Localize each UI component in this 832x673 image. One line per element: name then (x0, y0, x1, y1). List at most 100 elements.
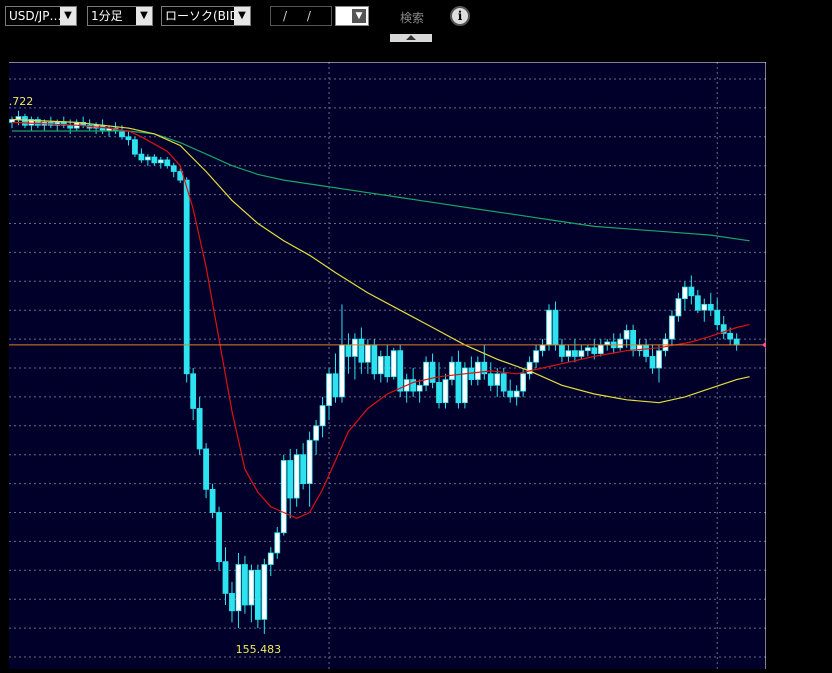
candle-body (701, 304, 708, 311)
candle-body (261, 564, 268, 620)
info-icon[interactable]: i (450, 6, 470, 26)
candle-body (474, 361, 481, 380)
candle-body (429, 361, 436, 383)
candle-body (539, 344, 546, 352)
candle-body (67, 124, 74, 129)
low-price-label: 155.483 (236, 643, 282, 656)
candle-body (442, 379, 449, 404)
candle-body (248, 569, 255, 606)
candle-body (649, 356, 656, 369)
candle-body (416, 384, 423, 392)
candle-body (164, 159, 171, 167)
candle-body (643, 344, 649, 357)
candle-body (339, 344, 345, 398)
symbol-select[interactable]: USD/JP… ▼ (5, 6, 77, 26)
candle-body (287, 460, 294, 499)
candle-body (242, 564, 248, 606)
symbol-select-value: USD/JP… (9, 9, 62, 23)
candle-body (494, 373, 501, 386)
candle-body (617, 338, 624, 349)
candle-body (364, 344, 371, 363)
candle-body (520, 373, 527, 392)
candle-body (669, 315, 675, 340)
left-margin (0, 62, 9, 669)
date-picker-button[interactable]: ▼ (335, 6, 369, 26)
candle-body (559, 344, 565, 357)
candle-body (326, 373, 332, 406)
candle-body (196, 408, 203, 450)
candle-body (584, 347, 591, 352)
candle-body (591, 347, 598, 354)
candle-body (733, 338, 740, 346)
candle-body (436, 382, 442, 404)
candle-body (209, 488, 216, 513)
date-input[interactable]: / / (270, 6, 332, 26)
candle-body (216, 512, 222, 563)
candle-body (371, 344, 378, 375)
chevron-down-icon[interactable]: ▼ (234, 7, 250, 25)
candle-body (144, 156, 151, 161)
candle-body (507, 390, 514, 398)
candle-body (714, 309, 721, 326)
chart-toolbar: USD/JP… ▼ 1分足 ▼ ローソク(BID) ▼ / / ▼ 検索 i (0, 0, 832, 34)
candle-body (222, 561, 229, 594)
candlestick-chart[interactable]: 157.400157.300157.200157.100157.000156.9… (0, 43, 832, 669)
candle-body (727, 332, 734, 340)
candle-body (597, 344, 604, 354)
candle-body (449, 361, 455, 380)
collapse-toolbar-button[interactable] (390, 34, 432, 42)
candle-body (332, 373, 339, 398)
candle-body (377, 356, 384, 375)
candle-body (423, 361, 429, 386)
candle-body (384, 356, 391, 378)
chart-type-select[interactable]: ローソク(BID) ▼ (161, 6, 251, 26)
timeframe-select-value: 1分足 (91, 9, 123, 23)
candle-body (352, 338, 358, 357)
candle-body (533, 350, 539, 363)
candle-body (138, 153, 145, 161)
candle-body (552, 309, 559, 346)
candle-body (578, 350, 585, 357)
candle-body (397, 350, 404, 392)
candle-body (656, 350, 662, 369)
candle-body (500, 373, 507, 392)
candle-body (623, 330, 630, 340)
candle-body (345, 344, 352, 357)
candle-body (22, 116, 28, 126)
candle-body (688, 286, 695, 297)
candle-body (306, 439, 313, 484)
chevron-down-icon[interactable]: ▼ (136, 7, 152, 25)
candle-body (546, 309, 552, 346)
candle-body (132, 139, 138, 155)
candle-body (235, 564, 242, 612)
candle-body (455, 361, 462, 404)
candle-body (300, 454, 307, 485)
candle-body (358, 338, 365, 363)
candle-body (410, 379, 417, 392)
candle-body (157, 159, 164, 164)
candle-body (390, 350, 397, 378)
candle-body (565, 350, 572, 357)
candle-body (267, 552, 274, 565)
candle-body (280, 460, 287, 534)
candle-body (571, 350, 578, 357)
candle-body (125, 136, 132, 141)
candle-body (694, 295, 701, 311)
candle-body (15, 116, 22, 120)
chart-area[interactable]: 157.400157.300157.200157.100157.000156.9… (0, 43, 832, 669)
search-button[interactable]: 検索 (400, 9, 424, 26)
candle-body (190, 373, 197, 409)
candle-body (170, 165, 177, 172)
candle-body (119, 130, 125, 138)
time-axis-background (0, 43, 832, 62)
candle-body (313, 425, 319, 441)
price-axis-background (766, 62, 832, 669)
chevron-down-icon[interactable]: ▼ (60, 7, 76, 25)
candle-body (274, 532, 281, 554)
timeframe-select[interactable]: 1分足 ▼ (87, 6, 153, 26)
candle-body (151, 156, 158, 164)
candle-body (630, 330, 637, 352)
candle-body (229, 593, 235, 612)
chevron-down-icon: ▼ (352, 9, 366, 23)
candle-body (319, 405, 326, 427)
